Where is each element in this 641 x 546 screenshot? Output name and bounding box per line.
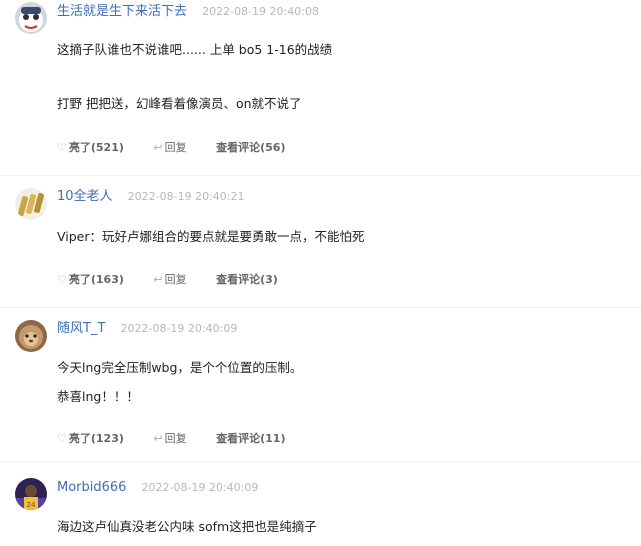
timestamp: 2022-08-19 20:40:21 [127,190,245,203]
comment-actions: ♡ 亮了(163) ↩ 回复 查看评论(3) [57,272,304,288]
reply-button[interactable]: ↩ 回复 [153,272,186,288]
avatar[interactable] [15,320,47,352]
timestamp: 2022-08-19 20:40:09 [141,481,259,494]
username[interactable]: 10全老人 [57,189,113,204]
avatar[interactable] [15,2,47,34]
comment-text: Viper：玩好卢娜组合的要点就是要勇敢一点，不能怕死 [57,229,365,244]
divider [0,461,641,462]
timestamp: 2022-08-19 20:40:08 [202,5,319,18]
comment-text: 打野 把把送，幻峰看着像演员、on就不说了 [57,96,302,111]
reply-arrow-icon: ↩ [153,141,163,154]
avatar[interactable] [15,188,47,220]
like-button[interactable]: ♡ 亮了(123) [57,431,124,447]
avatar[interactable]: 24 [15,478,47,510]
view-comments-button[interactable]: 查看评论(11) [216,431,285,447]
svg-text:24: 24 [27,501,36,509]
reply-button[interactable]: ↩ 回复 [153,431,186,447]
like-button[interactable]: ♡ 亮了(163) [57,272,124,288]
comment-text: 今天lng完全压制wbg，是个个位置的压制。 [57,360,303,375]
thumb-icon: ♡ [57,432,67,445]
comment-actions: ♡ 亮了(521) ↩ 回复 查看评论(56) [57,140,312,156]
thumb-icon: ♡ [57,141,67,154]
comment-text: 这摘子队谁也不说谁吧...... 上单 bo5 1-16的战绩 [57,42,333,57]
username[interactable]: 生活就是生下来活下去 [57,4,187,19]
username[interactable]: Morbid666 [57,480,126,495]
divider [0,307,641,308]
username[interactable]: 随风T_T [57,321,105,336]
reply-arrow-icon: ↩ [153,273,163,286]
reply-button[interactable]: ↩ 回复 [153,140,186,156]
view-comments-button[interactable]: 查看评论(3) [216,272,278,288]
comment-text: 海边这卢仙真没老公内味 sofm这把也是纯摘子 [57,519,317,534]
reply-arrow-icon: ↩ [153,432,163,445]
like-button[interactable]: ♡ 亮了(521) [57,140,124,156]
comment-actions: ♡ 亮了(123) ↩ 回复 查看评论(11) [57,431,312,447]
view-comments-button[interactable]: 查看评论(56) [216,140,285,156]
timestamp: 2022-08-19 20:40:09 [120,322,238,335]
thumb-icon: ♡ [57,273,67,286]
divider [0,175,641,176]
comment-text: 恭喜lng！！！ [57,389,139,404]
